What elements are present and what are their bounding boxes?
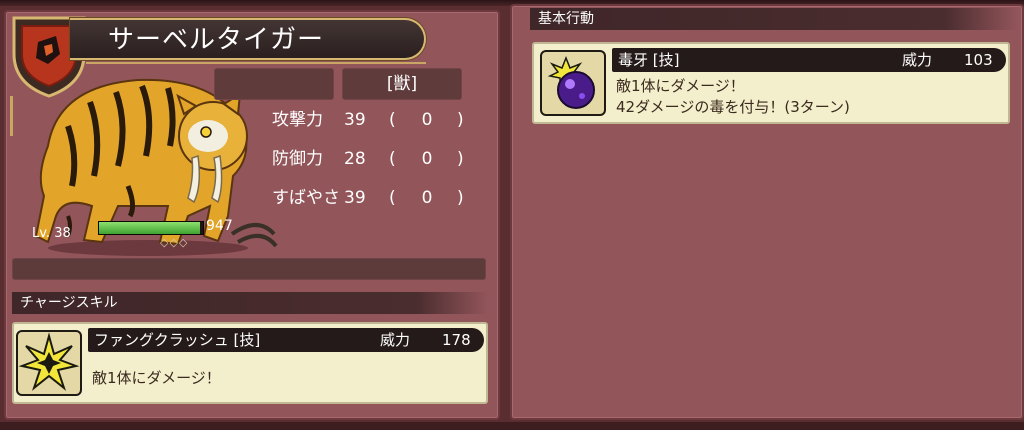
basic-action-description-line2: 42ダメージの毒を付与！(3ターン) <box>616 98 850 116</box>
stat-label: 攻撃力 <box>272 110 323 130</box>
stat-label: 防御力 <box>272 149 323 169</box>
hp-value: 947 <box>206 218 233 234</box>
stat-label: すばやさ <box>272 188 340 208</box>
frame-line-vertical <box>10 96 13 136</box>
basic-action-power: 103 <box>964 51 993 69</box>
paren-close: ) <box>457 188 464 208</box>
basic-action-name: 毒牙 [技] <box>618 51 680 69</box>
charge-skill-power: 178 <box>442 331 471 349</box>
charge-skill-title-bar: ファングクラッシュ [技] 威力 178 <box>88 328 484 352</box>
stat-modifier: 0 <box>421 188 433 208</box>
power-label: 威力 <box>380 331 411 349</box>
monster-name: サーベルタイガー <box>108 25 325 55</box>
basic-action-header: 基本行動 <box>530 8 1018 30</box>
monster-level: Lv. 38 <box>32 226 71 241</box>
power-label: 威力 <box>902 51 933 69</box>
paren-close: ) <box>457 110 464 130</box>
stat-modifier: 0 <box>421 110 433 130</box>
charge-skill-name: ファングクラッシュ [技] <box>94 331 261 349</box>
basic-action-title-bar: 毒牙 [技] 威力 103 <box>612 48 1006 72</box>
rank-diamonds-icon: ◇◇◇ <box>160 236 189 249</box>
paren-close: ) <box>457 149 464 169</box>
impact-burst-icon <box>16 330 82 396</box>
poison-orb-icon <box>540 50 606 116</box>
basic-action-description-line1: 敵1体にダメージ！ <box>616 77 745 95</box>
paren-open: ( <box>389 188 396 208</box>
blank-slot <box>214 68 334 100</box>
stat-value: 28 <box>344 149 366 169</box>
stat-value: 39 <box>344 188 366 208</box>
bottom-strip <box>0 422 1024 430</box>
monster-type: [獣] <box>386 74 418 94</box>
hp-bar-fill <box>99 222 200 234</box>
stat-modifier: 0 <box>421 149 433 169</box>
frame-line-horizontal <box>86 62 426 64</box>
stat-value: 39 <box>344 110 366 130</box>
charge-skill-header: チャージスキル <box>12 292 488 314</box>
paren-open: ( <box>389 149 396 169</box>
charge-skill-description: 敵1体にダメージ！ <box>92 369 221 387</box>
info-bar <box>12 258 486 280</box>
paren-open: ( <box>389 110 396 130</box>
hp-bar <box>98 221 204 235</box>
